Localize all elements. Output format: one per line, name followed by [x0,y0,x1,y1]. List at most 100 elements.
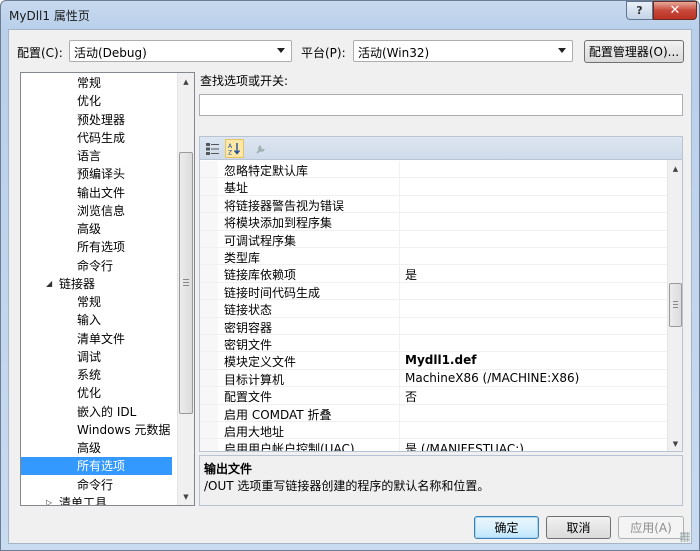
property-row[interactable]: 配置文件 否 [200,387,667,405]
tree-item[interactable]: 清单文件 [77,330,125,348]
grid-scroll-thumb[interactable] [669,283,682,327]
title-bar[interactable]: MyDll1 属性页 ? ✕ [1,1,699,29]
tree-item-label: 语言 [77,149,102,163]
property-name: 将模块添加到程序集 [224,216,333,231]
property-value[interactable]: 是 (/MANIFESTUAC:) [405,440,524,451]
tree-item[interactable]: 语言 [77,147,101,165]
tree-item[interactable]: 输出文件 [77,184,125,202]
config-select[interactable]: 活动(Debug) [69,40,292,62]
property-name: 模块定义文件 [224,355,297,370]
tree-item[interactable]: 高级 [77,220,101,238]
property-name: 类型库 [224,251,261,265]
tree-item[interactable]: 所有选项 [77,238,125,256]
ok-button[interactable]: 确定 [474,516,539,539]
svg-text:Z: Z [228,150,232,156]
property-row[interactable]: 密钥容器 [200,317,667,335]
tree-item[interactable]: 命令行 [77,476,113,494]
categorized-icon[interactable] [203,139,222,158]
properties-dialog: MyDll1 属性页 ? ✕ 配置(C): 活动(Debug) 平台(P): 活… [0,0,700,551]
scroll-down-icon[interactable]: ▼ [178,488,194,505]
tree-item[interactable]: 预处理器 [77,111,125,129]
property-value[interactable]: MachineX86 (/MACHINE:X86) [405,371,579,385]
tree-item[interactable]: 所有选项 [21,457,172,476]
tree-item[interactable]: 优化 [77,92,101,110]
tree-item-label: 嵌入的 IDL [77,404,137,419]
collapsed-arrow-icon[interactable]: ▷ [46,498,52,505]
property-grid[interactable]: 忽略特定默认库 基址 将链接器警告视为错误将模块添加到程序集 可调试程序集类型库 链接库… [199,160,683,452]
search-input[interactable] [199,94,683,116]
property-name: 链接时间代码生成 [224,285,321,300]
property-row[interactable]: 启用用户帐户控制(UAC) 是 (/MANIFESTUAC:) [200,439,667,451]
tree-item[interactable]: 常规 [77,293,101,311]
tree-item[interactable]: 调试 [77,348,101,366]
config-manager-button[interactable]: 配置管理器(O)... [584,40,684,63]
tree-item[interactable]: 命令行 [77,257,113,275]
property-row[interactable]: 类型库 [200,248,667,266]
property-value[interactable]: 是 [405,266,417,283]
row-gutter [200,369,218,387]
cancel-button[interactable]: 取消 [546,516,611,539]
column-separator [399,335,400,352]
row-gutter [200,387,218,404]
column-separator [399,317,400,334]
tree-item-label: 所有选项 [77,459,126,474]
tree-item[interactable]: 链接器 [59,275,95,293]
close-button[interactable]: ✕ [653,1,697,20]
property-row[interactable]: 密钥文件 [200,335,667,353]
help-button[interactable]: ? [626,1,653,20]
scroll-down-icon[interactable]: ▼ [668,435,682,451]
tree-item[interactable]: 浏览信息 [77,202,125,220]
grid-toolbar: AZ [199,136,683,160]
tree-item[interactable]: 优化 [77,384,101,402]
tree-item[interactable]: 嵌入的 IDL [77,403,136,421]
tree-item[interactable]: 代码生成 [77,129,125,147]
row-gutter [200,265,218,282]
tree-item-label: 高级 [77,441,102,455]
tree-item[interactable]: 常规 [77,74,101,92]
tree-item-label: 清单工具 [59,495,108,506]
resize-grip-icon[interactable] [680,532,690,542]
tree-item[interactable]: 输入 [77,311,101,329]
apply-button[interactable]: 应用(A) [618,516,684,539]
property-row[interactable]: 基址 [200,178,667,196]
sort-alphabetical-icon[interactable]: AZ [225,139,244,158]
tree-item[interactable]: 预编译头 [77,165,125,183]
property-row[interactable]: 目标计算机 MachineX86 (/MACHINE:X86) [200,369,667,388]
tree-item-label: 命令行 [77,477,114,492]
tree-item-label: 所有选项 [77,240,126,255]
property-row[interactable]: 启用 COMDAT 折叠 [200,404,667,422]
expanded-arrow-icon[interactable]: ◢ [46,279,52,288]
column-separator [399,282,400,300]
property-tree[interactable]: 常规 优化 预处理器 代码生成 语言 预编译头 输出文件 浏览信息 高级 所有选项 命令行 链接器 ◢ 常… [20,72,195,506]
grid-scrollbar[interactable]: ▲ ▼ [667,160,682,451]
property-value[interactable]: Mydll1.def [405,353,476,367]
tree-item-label: 常规 [77,295,102,309]
scroll-up-icon[interactable]: ▲ [668,160,682,177]
row-gutter [200,282,218,300]
column-separator [399,300,400,317]
scroll-up-icon[interactable]: ▲ [178,73,194,90]
property-row[interactable]: 可调试程序集 [200,230,667,248]
tree-item[interactable]: 清单工具 [59,494,108,506]
tree-item-label: 输出文件 [77,185,126,200]
property-row[interactable]: 将链接器警告视为错误 [200,195,667,214]
tree-item-label: 预编译头 [77,167,126,182]
property-row[interactable]: 链接状态 [200,300,667,318]
tree-item[interactable]: Windows 元数据 [77,421,170,439]
tree-scroll-thumb[interactable] [179,152,193,414]
tree-scrollbar[interactable]: ▲ ▼ [177,73,194,505]
tree-item[interactable]: 系统 [77,366,101,384]
dialog-body: 配置(C): 活动(Debug) 平台(P): 活动(Win32) 配置管理器(… [8,29,692,544]
property-pages-icon[interactable] [251,139,270,158]
property-row[interactable]: 将模块添加到程序集 [200,213,667,231]
property-row[interactable]: 启用大地址 [200,422,667,440]
property-name: 配置文件 [224,390,273,405]
column-separator [399,387,400,404]
tree-item[interactable]: 高级 [77,439,101,457]
property-row[interactable]: 链接时间代码生成 [200,282,667,301]
property-value[interactable]: 否 [405,388,417,405]
platform-select[interactable]: 活动(Win32) [353,40,573,62]
property-row[interactable]: 链接库依赖项 是 [200,265,667,283]
property-row[interactable]: 模块定义文件 Mydll1.def [200,352,667,370]
property-row[interactable]: 忽略特定默认库 [200,161,667,179]
